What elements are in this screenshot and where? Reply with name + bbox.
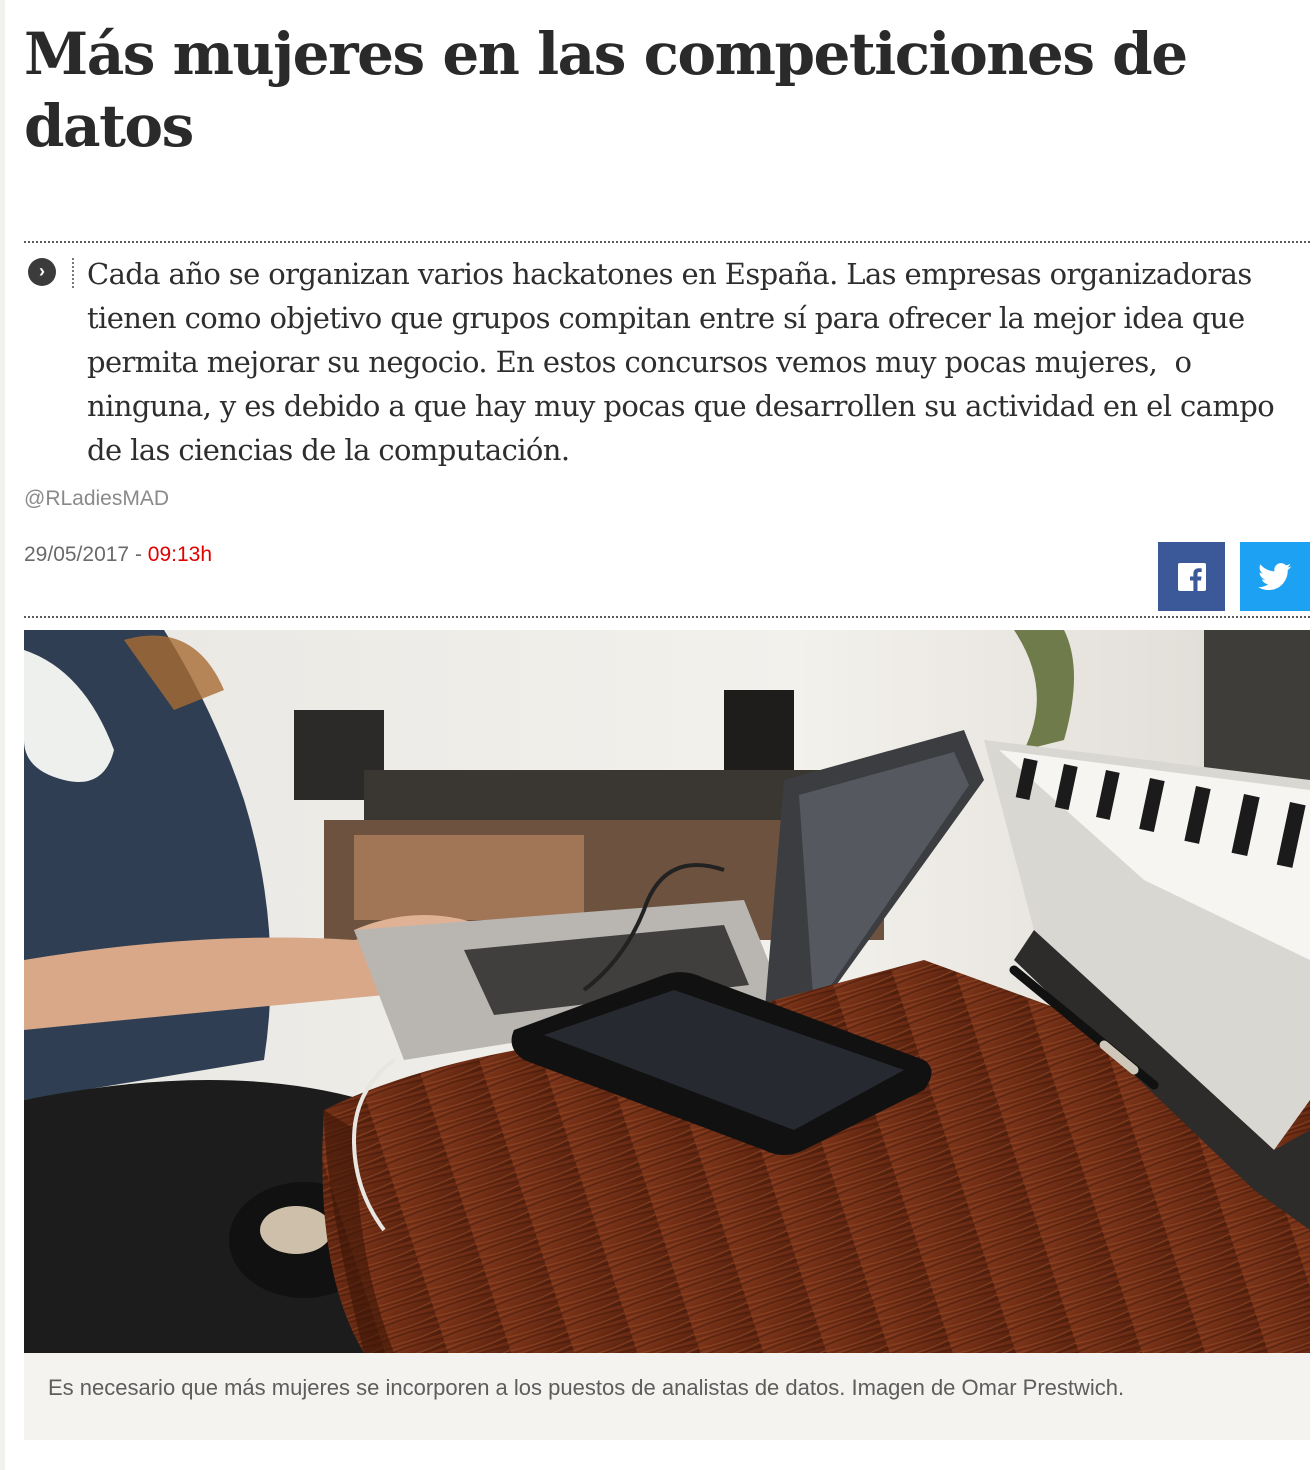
article-figure: Es necesario que más mujeres se incorpor…: [24, 630, 1310, 1440]
summary-divider: [72, 258, 74, 288]
facebook-icon: [1177, 562, 1206, 591]
facebook-share-button[interactable]: [1158, 542, 1225, 611]
chevron-right-icon: ›: [28, 258, 56, 286]
twitter-icon: [1258, 562, 1292, 590]
article-byline: @RLadiesMAD: [24, 487, 170, 510]
article-datetime: 29/05/2017 - 09:13h: [24, 543, 212, 567]
article-date: 29/05/2017: [24, 543, 130, 566]
article-photo: [24, 630, 1310, 1353]
page-left-border: [0, 0, 5, 1470]
figure-caption: Es necesario que más mujeres se incorpor…: [48, 1375, 1125, 1400]
twitter-share-button[interactable]: [1240, 542, 1310, 611]
article-time: 09:13h: [147, 543, 213, 566]
article-headline: Más mujeres en las competiciones de dato…: [24, 20, 1188, 160]
article-summary: Cada año se organizan varios hackatones …: [87, 257, 1283, 467]
date-separator: -: [129, 543, 148, 566]
divider: [24, 241, 1310, 243]
divider: [24, 616, 1310, 618]
